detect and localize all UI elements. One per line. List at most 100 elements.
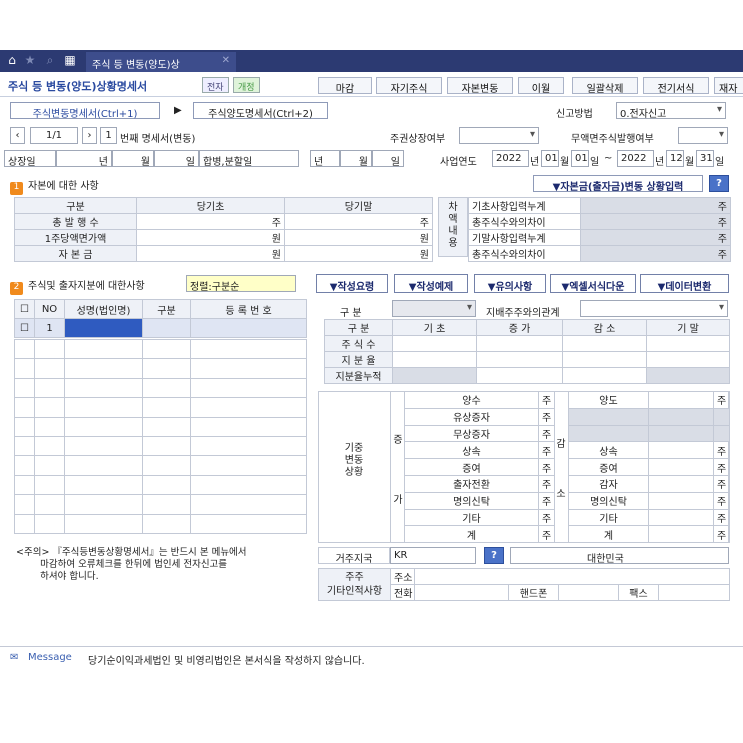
cell[interactable] bbox=[190, 455, 307, 476]
merge-year-field[interactable]: 년 bbox=[310, 150, 340, 167]
cell[interactable] bbox=[64, 416, 143, 437]
cell[interactable] bbox=[64, 377, 143, 399]
cell[interactable] bbox=[142, 513, 191, 534]
begin-capital-cell[interactable]: 원 bbox=[136, 245, 285, 262]
table-row[interactable] bbox=[14, 494, 307, 515]
begin-shares-cell[interactable]: 주 bbox=[136, 213, 285, 230]
cell[interactable] bbox=[142, 377, 191, 399]
cell[interactable] bbox=[142, 494, 191, 515]
cell[interactable] bbox=[142, 416, 191, 437]
cell[interactable] bbox=[190, 494, 307, 515]
star-icon[interactable]: ★ bbox=[22, 53, 38, 67]
fiscal-end-year[interactable]: 2022 bbox=[617, 150, 654, 167]
cell[interactable] bbox=[476, 335, 563, 352]
cell[interactable] bbox=[14, 435, 35, 457]
fiscal-end-month[interactable]: 12 bbox=[666, 150, 684, 167]
end-shares-cell[interactable]: 주 bbox=[284, 213, 433, 230]
bulk-delete-button[interactable]: 일괄삭제 bbox=[572, 77, 638, 95]
cell[interactable] bbox=[34, 377, 65, 399]
cell[interactable] bbox=[34, 494, 65, 515]
cell[interactable] bbox=[34, 513, 65, 534]
treasury-stock-button[interactable]: 자기주식 bbox=[376, 77, 442, 95]
cell[interactable] bbox=[14, 513, 35, 534]
cell[interactable] bbox=[14, 474, 35, 496]
address-field[interactable] bbox=[413, 568, 731, 585]
next-icon[interactable]: › bbox=[82, 127, 97, 144]
table-row[interactable] bbox=[14, 397, 307, 418]
guide-button[interactable]: ▼작성요령 bbox=[316, 274, 388, 293]
mobile-field[interactable] bbox=[558, 584, 619, 601]
stock-transfer-form-button[interactable]: 주식양도명세서(Ctrl+2) bbox=[193, 102, 328, 120]
cell[interactable] bbox=[476, 351, 563, 368]
table-row[interactable] bbox=[14, 358, 307, 379]
close-period-button[interactable]: 마감 bbox=[318, 77, 372, 95]
data-convert-button[interactable]: ▼데이터변환 bbox=[640, 274, 729, 293]
cell[interactable] bbox=[64, 397, 143, 418]
prior-form-button[interactable]: 전기서식 bbox=[643, 77, 709, 95]
carryover-button[interactable]: 이월 bbox=[518, 77, 564, 95]
table-row[interactable]: ☐ 1 bbox=[14, 318, 307, 338]
table-row[interactable] bbox=[14, 455, 307, 476]
cell[interactable] bbox=[648, 474, 714, 493]
cell[interactable] bbox=[562, 335, 647, 352]
type-select[interactable] bbox=[392, 300, 476, 317]
cell[interactable] bbox=[190, 513, 307, 534]
close-icon[interactable]: ✕ bbox=[222, 55, 230, 66]
help-button[interactable]: ? bbox=[709, 175, 729, 192]
table-row[interactable] bbox=[14, 435, 307, 457]
cell[interactable] bbox=[142, 397, 191, 418]
cell[interactable] bbox=[64, 513, 143, 534]
capital-change-button[interactable]: 자본변동 bbox=[447, 77, 513, 95]
prev-icon[interactable]: ‹ bbox=[10, 127, 25, 144]
cell[interactable] bbox=[64, 455, 143, 476]
listed-month-field[interactable]: 월 bbox=[112, 150, 154, 167]
stock-change-form-button[interactable]: 주식변동명세서(Ctrl+1) bbox=[10, 102, 160, 120]
cell[interactable] bbox=[142, 474, 191, 496]
cell[interactable] bbox=[34, 358, 65, 379]
cell[interactable] bbox=[648, 391, 714, 409]
menu-grid-icon[interactable]: ▦ bbox=[62, 53, 78, 67]
reg-number-cell[interactable] bbox=[190, 318, 307, 338]
cell[interactable] bbox=[142, 358, 191, 379]
cell[interactable] bbox=[190, 358, 307, 379]
select-all-checkbox[interactable]: ☐ bbox=[14, 299, 35, 319]
cell[interactable] bbox=[64, 358, 143, 379]
page-number-input[interactable]: 1 bbox=[100, 127, 117, 144]
merge-month-field[interactable]: 월 bbox=[340, 150, 372, 167]
caution-button[interactable]: ▼유의사항 bbox=[474, 274, 546, 293]
cell[interactable] bbox=[392, 335, 477, 352]
cell[interactable] bbox=[14, 358, 35, 379]
cell[interactable] bbox=[646, 351, 730, 368]
cell[interactable] bbox=[562, 351, 647, 368]
cell[interactable] bbox=[392, 351, 477, 368]
cell[interactable] bbox=[14, 494, 35, 515]
home-icon[interactable]: ⌂ bbox=[4, 53, 20, 67]
cell[interactable] bbox=[14, 455, 35, 476]
name-cell[interactable] bbox=[64, 318, 143, 338]
cell[interactable] bbox=[190, 377, 307, 399]
major-select[interactable] bbox=[580, 300, 728, 317]
table-row[interactable] bbox=[14, 513, 307, 534]
merge-day-field[interactable]: 일 bbox=[372, 150, 404, 167]
cell[interactable] bbox=[34, 474, 65, 496]
type-cell[interactable] bbox=[142, 318, 191, 338]
cell[interactable] bbox=[190, 338, 307, 360]
row-checkbox[interactable]: ☐ bbox=[14, 318, 35, 338]
cell[interactable] bbox=[34, 338, 65, 360]
country-code-field[interactable]: KR bbox=[390, 547, 476, 564]
cell[interactable] bbox=[142, 455, 191, 476]
fax-field[interactable] bbox=[657, 584, 731, 601]
report-method-select[interactable]: 0.전자신고 bbox=[616, 102, 726, 119]
cell[interactable] bbox=[190, 474, 307, 496]
sort-order-field[interactable]: 정렬:구분순 bbox=[186, 275, 296, 292]
cell[interactable] bbox=[14, 377, 35, 399]
cell[interactable] bbox=[14, 397, 35, 418]
table-row[interactable] bbox=[14, 474, 307, 496]
cell[interactable] bbox=[190, 397, 307, 418]
fiscal-end-day[interactable]: 31 bbox=[696, 150, 714, 167]
table-row[interactable] bbox=[14, 416, 307, 437]
cell[interactable] bbox=[648, 458, 714, 476]
cell[interactable] bbox=[14, 416, 35, 437]
cell[interactable] bbox=[64, 338, 143, 360]
table-row[interactable] bbox=[14, 338, 307, 360]
